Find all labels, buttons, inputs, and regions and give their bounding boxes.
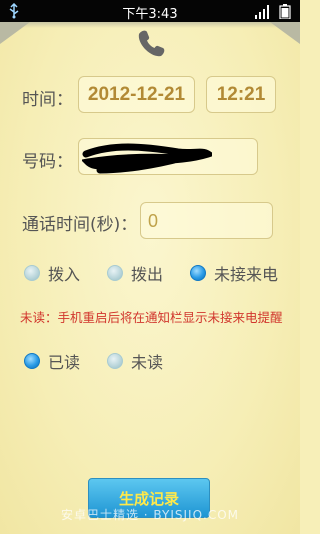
redaction-scribble (82, 143, 212, 174)
battery-icon (279, 4, 291, 23)
radio-dot-selected (24, 353, 40, 369)
phone-handset-icon (133, 26, 167, 64)
radio-incoming-label: 拨入 (48, 265, 81, 284)
radio-outgoing[interactable]: 拨出 (107, 261, 163, 285)
radio-missed-label: 未接来电 (214, 265, 279, 284)
radio-dot (107, 265, 123, 281)
radio-unread-label: 未读 (131, 353, 164, 372)
radio-dot (24, 265, 40, 281)
duration-value: 0 (148, 211, 159, 231)
date-picker[interactable]: 2012-12-21 (78, 76, 195, 113)
radio-dot (107, 353, 123, 369)
watermark: 安卓巴士精选 · BYISJIQ.COM (60, 508, 240, 522)
radio-dot-selected (190, 265, 206, 281)
time-value: 12:21 (216, 83, 266, 105)
radio-read-label: 已读 (48, 353, 81, 372)
date-value: 2012-12-21 (87, 83, 186, 105)
radio-read[interactable]: 已读 (24, 349, 80, 373)
radio-incoming[interactable]: 拨入 (24, 261, 80, 285)
signal-icon (254, 4, 270, 23)
unread-note: 未读：手机重启后将在通知栏显示未接来电提醒 (20, 310, 283, 325)
duration-label: 通话时间(秒)： (22, 215, 138, 235)
radio-missed[interactable]: 未接来电 (190, 261, 278, 285)
radio-outgoing-label: 拨出 (131, 265, 164, 284)
time-picker[interactable]: 12:21 (206, 76, 276, 113)
status-bar: 下午3:43 (0, 0, 300, 22)
duration-input[interactable]: 0 (140, 202, 273, 239)
number-label: 号码： (22, 152, 73, 172)
time-label: 时间： (22, 90, 73, 110)
radio-unread[interactable]: 未读 (107, 349, 163, 373)
